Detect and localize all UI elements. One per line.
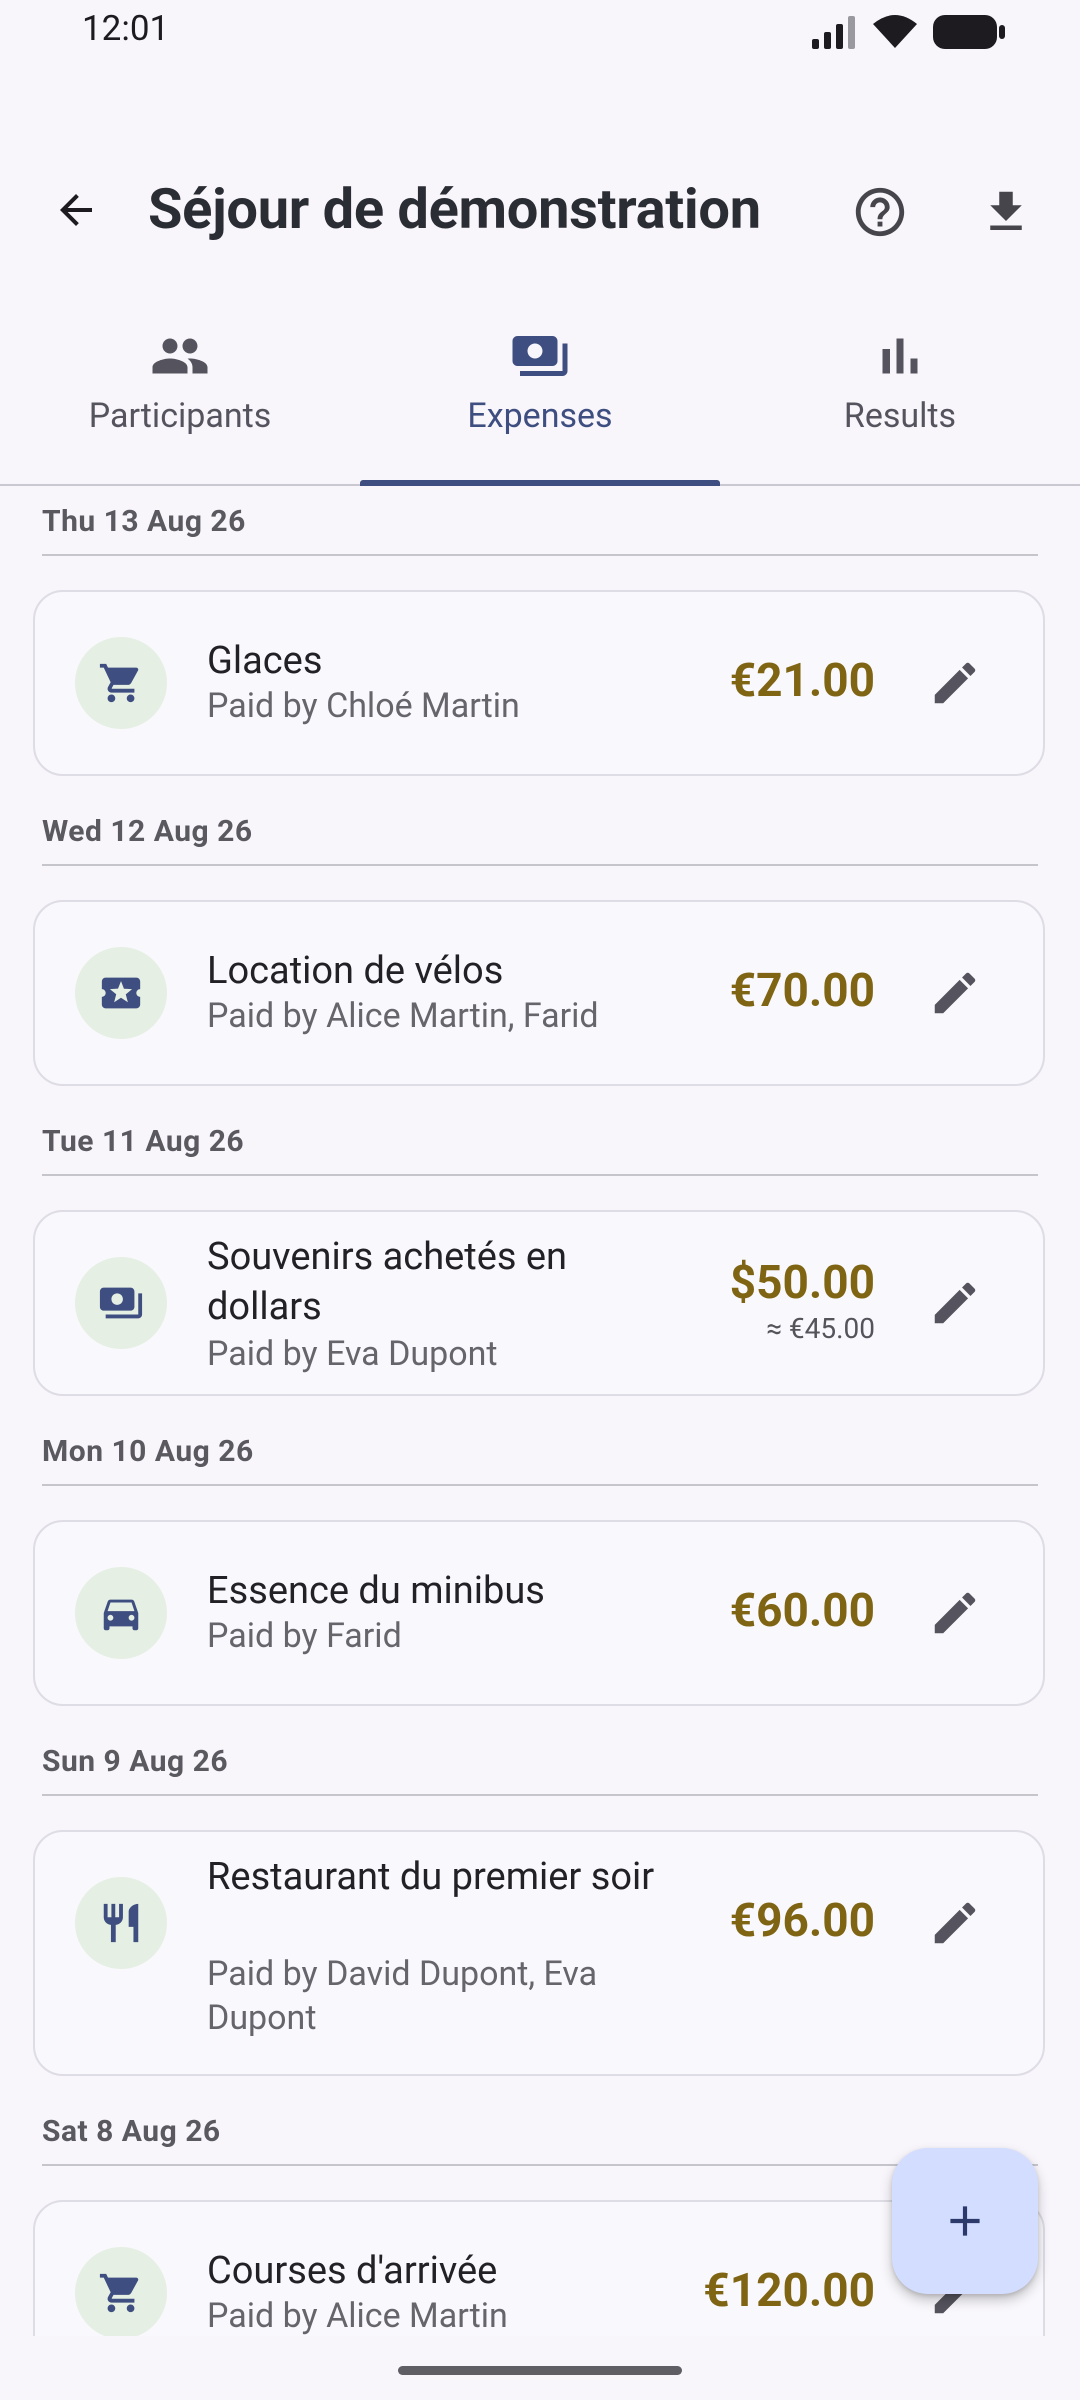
date-header: Wed 12 Aug 26 (42, 796, 1038, 866)
download-button[interactable] (972, 178, 1040, 246)
tab-results-label: Results (843, 396, 957, 436)
expense-amount: €96.00 (729, 1894, 875, 1948)
date-label: Wed 12 Aug 26 (42, 814, 253, 849)
converted-amount: ≈ €45.00 (766, 1312, 875, 1345)
date-label: Sat 8 Aug 26 (42, 2114, 221, 2149)
back-button[interactable] (44, 178, 108, 242)
expense-payer: Paid by Farid (207, 1616, 402, 1656)
tab-expenses-label: Expenses (467, 396, 613, 436)
status-time: 12:01 (82, 8, 170, 49)
tab-participants-label: Participants (88, 396, 272, 436)
add-expense-button[interactable] (892, 2148, 1038, 2294)
expense-title: Restaurant du premier soir (207, 1855, 655, 1899)
expense-title: Souvenirs achetés en dollars (207, 1235, 568, 1329)
date-label: Tue 11 Aug 26 (42, 1124, 245, 1159)
edit-icon (934, 1282, 976, 1324)
date-header: Tue 11 Aug 26 (42, 1106, 1038, 1176)
date-header: Sun 9 Aug 26 (42, 1726, 1038, 1796)
date-header: Thu 13 Aug 26 (42, 486, 1038, 556)
date-header: Mon 10 Aug 26 (42, 1416, 1038, 1486)
edit-button[interactable] (923, 1581, 987, 1645)
people-icon (152, 338, 208, 374)
arrow-back-icon (60, 194, 92, 226)
payments-icon (75, 1257, 167, 1349)
expense-amount: €60.00 (729, 1584, 875, 1638)
gesture-nav-handle[interactable] (398, 2366, 682, 2375)
date-label: Mon 10 Aug 26 (42, 1434, 254, 1469)
expense-amount: €120.00 (703, 2264, 875, 2318)
edit-icon (934, 972, 976, 1014)
date-label: Thu 13 Aug 26 (42, 504, 246, 539)
help-icon (855, 187, 905, 237)
add-icon (950, 2206, 980, 2236)
cart-icon (75, 637, 167, 729)
page-title: Séjour de démonstration (148, 176, 761, 242)
expense-title: Glaces (207, 639, 323, 683)
battery-icon (933, 15, 1005, 49)
expense-title: Essence du minibus (207, 1569, 545, 1613)
wifi-icon (873, 15, 917, 48)
expense-payer: Paid by Eva Dupont (207, 1334, 498, 1374)
cart-icon (75, 2247, 167, 2336)
car-icon (75, 1567, 167, 1659)
date-label: Sun 9 Aug 26 (42, 1744, 229, 1779)
edit-button[interactable] (923, 1271, 987, 1335)
edit-button[interactable] (923, 1891, 987, 1955)
expense-payer: Paid by Alice Martin, Farid (207, 996, 599, 1036)
tab-results[interactable]: Results (720, 310, 1080, 484)
expense-card[interactable]: Souvenirs achetés en dollars Paid by Eva… (33, 1210, 1045, 1396)
status-bar: 12:01 (0, 0, 1080, 64)
expense-payer: Paid by Chloé Martin (207, 686, 520, 726)
expense-payer: Paid by Alice Martin (207, 2296, 508, 2336)
top-app-bar: Séjour de démonstration (0, 160, 1080, 264)
bar-chart-icon (882, 338, 918, 374)
date-header: Sat 8 Aug 26 (42, 2096, 1038, 2166)
expense-payer: Paid by David Dupont, Eva Dupont (207, 1954, 598, 2038)
help-button[interactable] (846, 178, 914, 246)
edit-icon (934, 662, 976, 704)
expense-title: Location de vélos (207, 949, 504, 993)
tab-bar: Participants Expenses Results (0, 310, 1080, 486)
expense-list[interactable]: Thu 13 Aug 26 Glaces Paid by Chloé Marti… (0, 486, 1080, 2336)
edit-icon (934, 1592, 976, 1634)
expense-card[interactable]: Restaurant du premier soir Paid by David… (33, 1830, 1045, 2076)
payments-icon (512, 336, 568, 376)
expense-card[interactable]: Essence du minibus Paid by Farid €60.00 (33, 1520, 1045, 1706)
restaurant-icon (75, 1877, 167, 1969)
tab-participants[interactable]: Participants (0, 310, 360, 484)
expense-card[interactable]: Glaces Paid by Chloé Martin €21.00 (33, 590, 1045, 776)
edit-button[interactable] (923, 961, 987, 1025)
expense-card[interactable]: Location de vélos Paid by Alice Martin, … (33, 900, 1045, 1086)
expense-amount: $50.00 (729, 1256, 875, 1310)
edit-icon (934, 1902, 976, 1944)
edit-button[interactable] (923, 651, 987, 715)
expense-title: Courses d'arrivée (207, 2249, 498, 2293)
tab-expenses[interactable]: Expenses (360, 310, 720, 484)
expense-amount: €21.00 (729, 654, 875, 708)
signal-icon (812, 16, 855, 49)
ticket-star-icon (75, 947, 167, 1039)
expense-amount: €70.00 (729, 964, 875, 1018)
status-icons (810, 14, 1006, 50)
download-icon (990, 191, 1022, 230)
